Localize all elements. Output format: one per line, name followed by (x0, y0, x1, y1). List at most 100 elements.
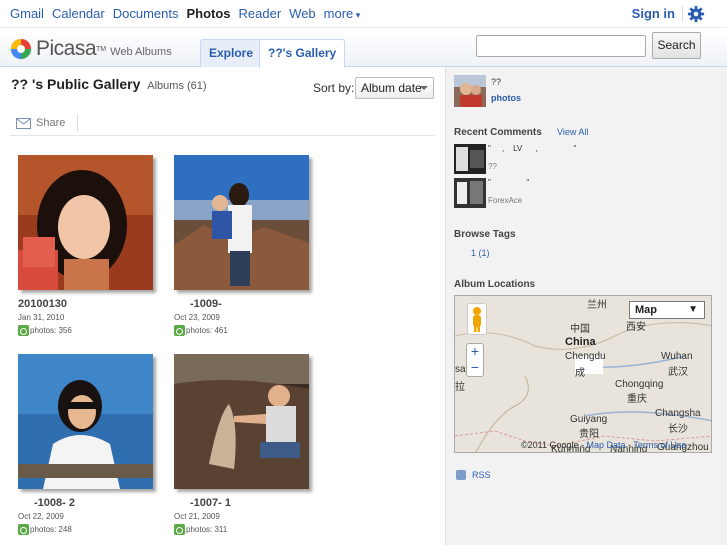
logo-wordmark: Picasa (36, 37, 97, 60)
gbar-link-gmail[interactable]: Gmail (10, 6, 44, 21)
gbar-link-documents[interactable]: Documents (113, 6, 179, 21)
map-data-link[interactable]: Map Data (587, 440, 626, 450)
terms-of-use-link[interactable]: Terms of Use (633, 440, 686, 450)
photos-icon (18, 325, 29, 336)
map-label: 重庆 (627, 394, 647, 405)
divider (10, 135, 435, 136)
album-date: Oct 21, 2009 (174, 512, 220, 521)
tab-explore[interactable]: Explore (200, 39, 263, 67)
zoom-out-icon[interactable]: − (467, 360, 483, 376)
gbar-link-photos[interactable]: Photos (186, 6, 230, 21)
comment-author: ?? (488, 162, 497, 171)
picasa-logo[interactable]: Picasa TM Web Albums (10, 37, 172, 61)
album-date: Oct 23, 2009 (174, 313, 220, 322)
album-photo-count-text: photos: 248 (30, 525, 72, 534)
map-label: Guiyang (570, 414, 608, 425)
tag-link[interactable]: 1 (1) (471, 248, 490, 258)
album-locations-heading: Album Locations (454, 279, 536, 290)
map-label: 武汉 (668, 367, 688, 378)
map-type-select[interactable]: Map (629, 301, 705, 319)
album-thumbnail[interactable] (18, 155, 153, 290)
comment-thumbnail[interactable] (454, 144, 486, 174)
main-content: ?? 's Public Gallery Albums (61) Sort by… (0, 67, 445, 545)
picasa-pinwheel-icon (10, 38, 32, 60)
map-zoom-control[interactable]: + − (466, 343, 484, 377)
album-thumbnail[interactable] (174, 354, 309, 489)
recent-comments-heading: Recent Comments (454, 127, 542, 138)
envelope-icon (16, 117, 31, 129)
street-view-pegman-icon[interactable] (467, 303, 487, 335)
owner-photos-link[interactable]: photos (491, 93, 521, 103)
avatar-image (454, 75, 486, 107)
gbar-link-calendar[interactable]: Calendar (52, 6, 105, 21)
comment-item[interactable]: " " ForexAce (454, 178, 694, 208)
share-button[interactable]: Share (16, 117, 65, 129)
album-title[interactable]: -1009- (174, 298, 314, 310)
comment-text: " , LV , " (488, 144, 577, 153)
zoom-in-icon[interactable]: + (467, 344, 483, 360)
gbar-link-web[interactable]: Web (289, 6, 316, 21)
album-card[interactable]: -1009- Oct 23, 2009 photos: 461 (174, 155, 314, 336)
album-thumbnail[interactable] (18, 354, 153, 489)
picasa-header: Picasa TM Web Albums Explore ??'s Galler… (0, 29, 727, 68)
album-card[interactable]: -1007- 1 Oct 21, 2009 photos: 311 (174, 354, 314, 535)
map-label: 成 (575, 368, 585, 379)
sort-label: Sort by: (313, 81, 355, 95)
gear-icon[interactable] (687, 5, 705, 23)
album-photo-count: photos: 311 (174, 524, 314, 535)
map-label: China (565, 336, 596, 348)
map-label: 长沙 (668, 424, 688, 435)
logo-subtitle: Web Albums (110, 46, 172, 58)
map-label: Chengdu (565, 351, 606, 362)
album-card[interactable]: 20100130 Jan 31, 2010 photos: 356 (18, 155, 158, 336)
tab-gallery[interactable]: ??'s Gallery (259, 39, 346, 68)
owner-name: ?? (491, 77, 502, 87)
avatar[interactable] (454, 75, 486, 107)
rss-link[interactable]: RSS (456, 470, 491, 480)
album-date: Jan 31, 2010 (18, 313, 65, 322)
page-title: ?? 's Public Gallery Albums (61) (11, 76, 207, 92)
map-label: Wuhan (661, 351, 693, 362)
album-title[interactable]: -1007- 1 (174, 497, 314, 509)
album-date: Oct 22, 2009 (18, 512, 64, 521)
comment-item[interactable]: " , LV , " ?? (454, 144, 694, 174)
map-label: 兰州 (587, 300, 607, 311)
album-cover-image (174, 354, 309, 489)
google-bar: Gmail Calendar Documents Photos Reader W… (0, 0, 727, 28)
album-thumbnail[interactable] (174, 155, 309, 290)
search-button[interactable]: Search (652, 32, 701, 59)
right-sidebar: ?? photos Recent Comments View All " , L… (445, 67, 727, 545)
album-cover-image (174, 155, 309, 290)
album-photo-count-text: photos: 356 (30, 326, 72, 335)
gbar-link-reader[interactable]: Reader (239, 6, 282, 21)
album-title[interactable]: -1008- 2 (18, 497, 158, 509)
map-label: sa (455, 364, 466, 375)
map-attribution: ©2011 Google - Map Data - Terms of Use (521, 440, 687, 450)
comment-author: ForexAce (488, 196, 523, 205)
map-label: Chongqing (615, 379, 664, 390)
album-cover-image (18, 354, 153, 489)
search-input[interactable] (476, 35, 646, 57)
share-label: Share (36, 117, 66, 129)
sort-select[interactable]: Album date (355, 77, 434, 99)
album-photo-count-text: photos: 311 (186, 525, 228, 534)
comment-thumbnail[interactable] (454, 178, 486, 208)
view-all-link[interactable]: View All (557, 127, 588, 137)
album-photo-count: photos: 356 (18, 325, 158, 336)
map-label: 西安 (626, 322, 646, 333)
photos-icon (174, 325, 185, 336)
logo-trademark: TM (96, 45, 107, 53)
map-label: Changsha (655, 408, 701, 419)
pegman-figure (473, 307, 481, 332)
map-label: 拉 (455, 382, 465, 393)
map-label: 中国 (570, 324, 590, 335)
album-card[interactable]: -1008- 2 Oct 22, 2009 photos: 248 (18, 354, 158, 535)
divider (682, 6, 683, 22)
album-locations-map[interactable]: + − Map 兰州 中国 China Chengdu 成 西安 Wuhan 武… (454, 295, 712, 453)
sign-in-link[interactable]: Sign in (632, 6, 675, 21)
album-title[interactable]: 20100130 (18, 298, 158, 310)
comment-thumbnail-image (454, 178, 486, 208)
map-label: 贵阳 (579, 429, 599, 440)
gbar-link-more[interactable]: more (324, 6, 361, 21)
photos-icon (174, 524, 185, 535)
